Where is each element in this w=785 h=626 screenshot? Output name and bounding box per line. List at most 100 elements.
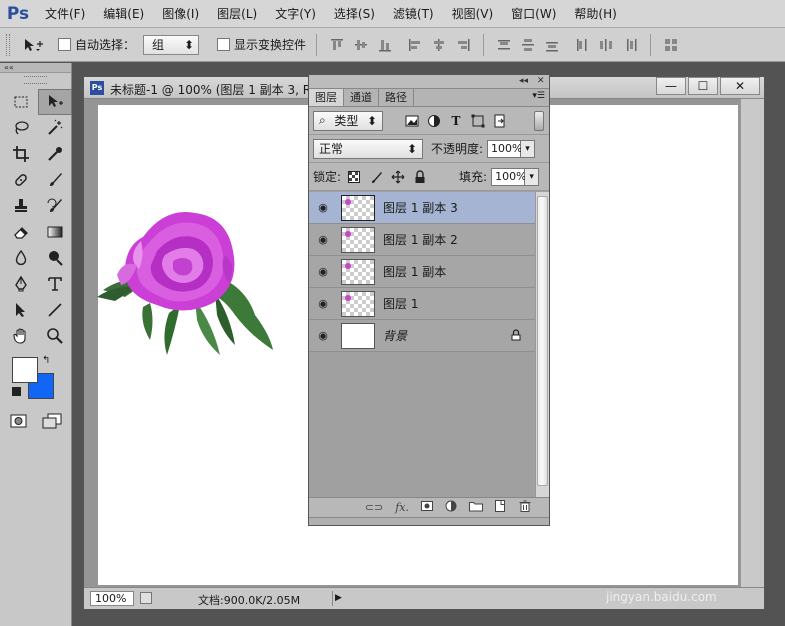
align-vcenter-icon[interactable] — [351, 35, 371, 55]
distribute-hcenter-icon[interactable] — [596, 35, 616, 55]
layer-row[interactable]: ◉ 图层 1 副本 3 — [309, 192, 537, 224]
fill-field[interactable]: 100% — [491, 167, 527, 186]
auto-align-layers-icon[interactable] — [661, 35, 681, 55]
layer-row[interactable]: ◉ 图层 1 — [309, 288, 537, 320]
visibility-eye-icon[interactable]: ◉ — [309, 329, 337, 342]
layers-scrollbar[interactable] — [535, 192, 549, 497]
tab-layers[interactable]: 图层 — [309, 89, 344, 106]
move-tool-icon[interactable] — [38, 89, 72, 115]
show-transform-checkbox[interactable] — [217, 38, 231, 51]
layer-row[interactable]: ◉ 图层 1 副本 2 — [309, 224, 537, 256]
filter-adjustment-icon[interactable] — [425, 112, 443, 130]
eraser-tool-icon[interactable] — [4, 219, 38, 245]
filter-smart-object-icon[interactable] — [491, 112, 509, 130]
adjustment-icon[interactable] — [445, 500, 457, 515]
brush-tool-icon[interactable] — [38, 167, 72, 193]
status-page-icon[interactable] — [140, 592, 152, 604]
filter-pixel-icon[interactable] — [403, 112, 421, 130]
menu-view[interactable]: 视图(V) — [443, 0, 503, 28]
auto-select-checkbox[interactable] — [58, 38, 71, 51]
panel-menu-icon[interactable]: ▾☰ — [532, 91, 545, 101]
vertical-scrollbar[interactable] — [740, 99, 764, 587]
align-bottom-icon[interactable] — [375, 35, 395, 55]
align-left-icon[interactable] — [405, 35, 425, 55]
close-button[interactable]: ✕ — [720, 77, 760, 95]
menu-select[interactable]: 选择(S) — [325, 0, 384, 28]
panel-header[interactable]: ◂◂ ✕ — [309, 75, 549, 89]
folder-icon[interactable] — [469, 501, 483, 515]
fill-dropdown-arrow-icon[interactable]: ▾ — [525, 167, 540, 186]
trash-icon[interactable] — [519, 500, 531, 515]
line-tool-icon[interactable] — [38, 297, 72, 323]
tab-channels[interactable]: 通道 — [344, 89, 379, 106]
menu-help[interactable]: 帮助(H) — [565, 0, 625, 28]
opacity-field[interactable]: 100% — [487, 139, 523, 158]
history-brush-tool-icon[interactable] — [38, 193, 72, 219]
tab-paths[interactable]: 路径 — [379, 89, 414, 106]
panel-resize-handle[interactable] — [309, 517, 549, 525]
type-tool-icon[interactable] — [38, 271, 72, 297]
move-tool-preset-icon[interactable] — [18, 34, 48, 56]
layers-scrollbar-thumb[interactable] — [537, 196, 548, 486]
toolbox-collapse-icon[interactable]: «« — [0, 63, 71, 73]
distribute-vcenter-icon[interactable] — [518, 35, 538, 55]
rect-marquee-tool-icon[interactable] — [4, 89, 38, 115]
path-selection-tool-icon[interactable] — [4, 297, 38, 323]
menu-layer[interactable]: 图层(L) — [208, 0, 266, 28]
status-menu-arrow-icon[interactable]: ▶ — [332, 591, 344, 606]
menu-filter[interactable]: 滤镜(T) — [384, 0, 443, 28]
zoom-tool-icon[interactable] — [38, 323, 72, 349]
healing-brush-tool-icon[interactable] — [4, 167, 38, 193]
new-layer-icon[interactable] — [495, 500, 507, 515]
filter-type-dropdown[interactable]: ⌕ 类型 ⬍ — [313, 110, 383, 131]
distribute-top-icon[interactable] — [494, 35, 514, 55]
mask-icon[interactable] — [421, 501, 433, 514]
minimize-button[interactable]: — — [656, 77, 686, 95]
toolbox-grip[interactable] — [24, 76, 47, 84]
align-hcenter-icon[interactable] — [429, 35, 449, 55]
collapse-panel-icon[interactable]: ◂◂ — [519, 75, 528, 88]
close-panel-icon[interactable]: ✕ — [537, 75, 545, 88]
dodge-tool-icon[interactable] — [38, 245, 72, 271]
visibility-eye-icon[interactable]: ◉ — [309, 201, 337, 214]
distribute-bottom-icon[interactable] — [542, 35, 562, 55]
menu-image[interactable]: 图像(I) — [153, 0, 208, 28]
gradient-tool-icon[interactable] — [38, 219, 72, 245]
screen-mode-icon[interactable] — [42, 413, 62, 432]
menu-window[interactable]: 窗口(W) — [502, 0, 565, 28]
fx-icon[interactable]: fx. — [395, 501, 409, 514]
layer-row[interactable]: ◉ 背景 — [309, 320, 537, 352]
hand-tool-icon[interactable] — [4, 323, 38, 349]
swap-colors-icon[interactable]: ↰ — [42, 355, 50, 366]
opacity-dropdown-arrow-icon[interactable]: ▾ — [521, 139, 536, 158]
zoom-level-field[interactable]: 100% — [90, 591, 134, 606]
blend-mode-dropdown[interactable]: 正常 ⬍ — [313, 138, 423, 159]
align-right-icon[interactable] — [453, 35, 473, 55]
default-colors-icon[interactable] — [12, 387, 21, 396]
filter-shape-icon[interactable] — [469, 112, 487, 130]
visibility-eye-icon[interactable]: ◉ — [309, 233, 337, 246]
crop-tool-icon[interactable] — [4, 141, 38, 167]
link-icon[interactable]: ⊂⊃ — [365, 501, 383, 514]
maximize-button[interactable]: ☐ — [688, 77, 718, 95]
magic-wand-tool-icon[interactable] — [38, 115, 72, 141]
blur-tool-icon[interactable] — [4, 245, 38, 271]
lock-position-icon[interactable] — [389, 168, 407, 186]
eyedropper-tool-icon[interactable] — [38, 141, 72, 167]
clone-stamp-tool-icon[interactable] — [4, 193, 38, 219]
visibility-eye-icon[interactable]: ◉ — [309, 297, 337, 310]
filter-type-icon[interactable]: T — [447, 112, 465, 130]
menu-file[interactable]: 文件(F) — [36, 0, 94, 28]
foreground-color-swatch[interactable] — [12, 357, 38, 383]
layer-row[interactable]: ◉ 图层 1 副本 — [309, 256, 537, 288]
layer-lock-icon[interactable] — [511, 329, 521, 344]
visibility-eye-icon[interactable]: ◉ — [309, 265, 337, 278]
align-top-icon[interactable] — [327, 35, 347, 55]
options-grip[interactable] — [6, 33, 10, 56]
quick-mask-icon[interactable] — [10, 413, 28, 432]
menu-type[interactable]: 文字(Y) — [266, 0, 325, 28]
distribute-right-icon[interactable] — [620, 35, 640, 55]
lock-all-icon[interactable] — [411, 168, 429, 186]
menu-edit[interactable]: 编辑(E) — [94, 0, 153, 28]
auto-select-dropdown[interactable]: 组 ⬍ — [143, 34, 200, 55]
